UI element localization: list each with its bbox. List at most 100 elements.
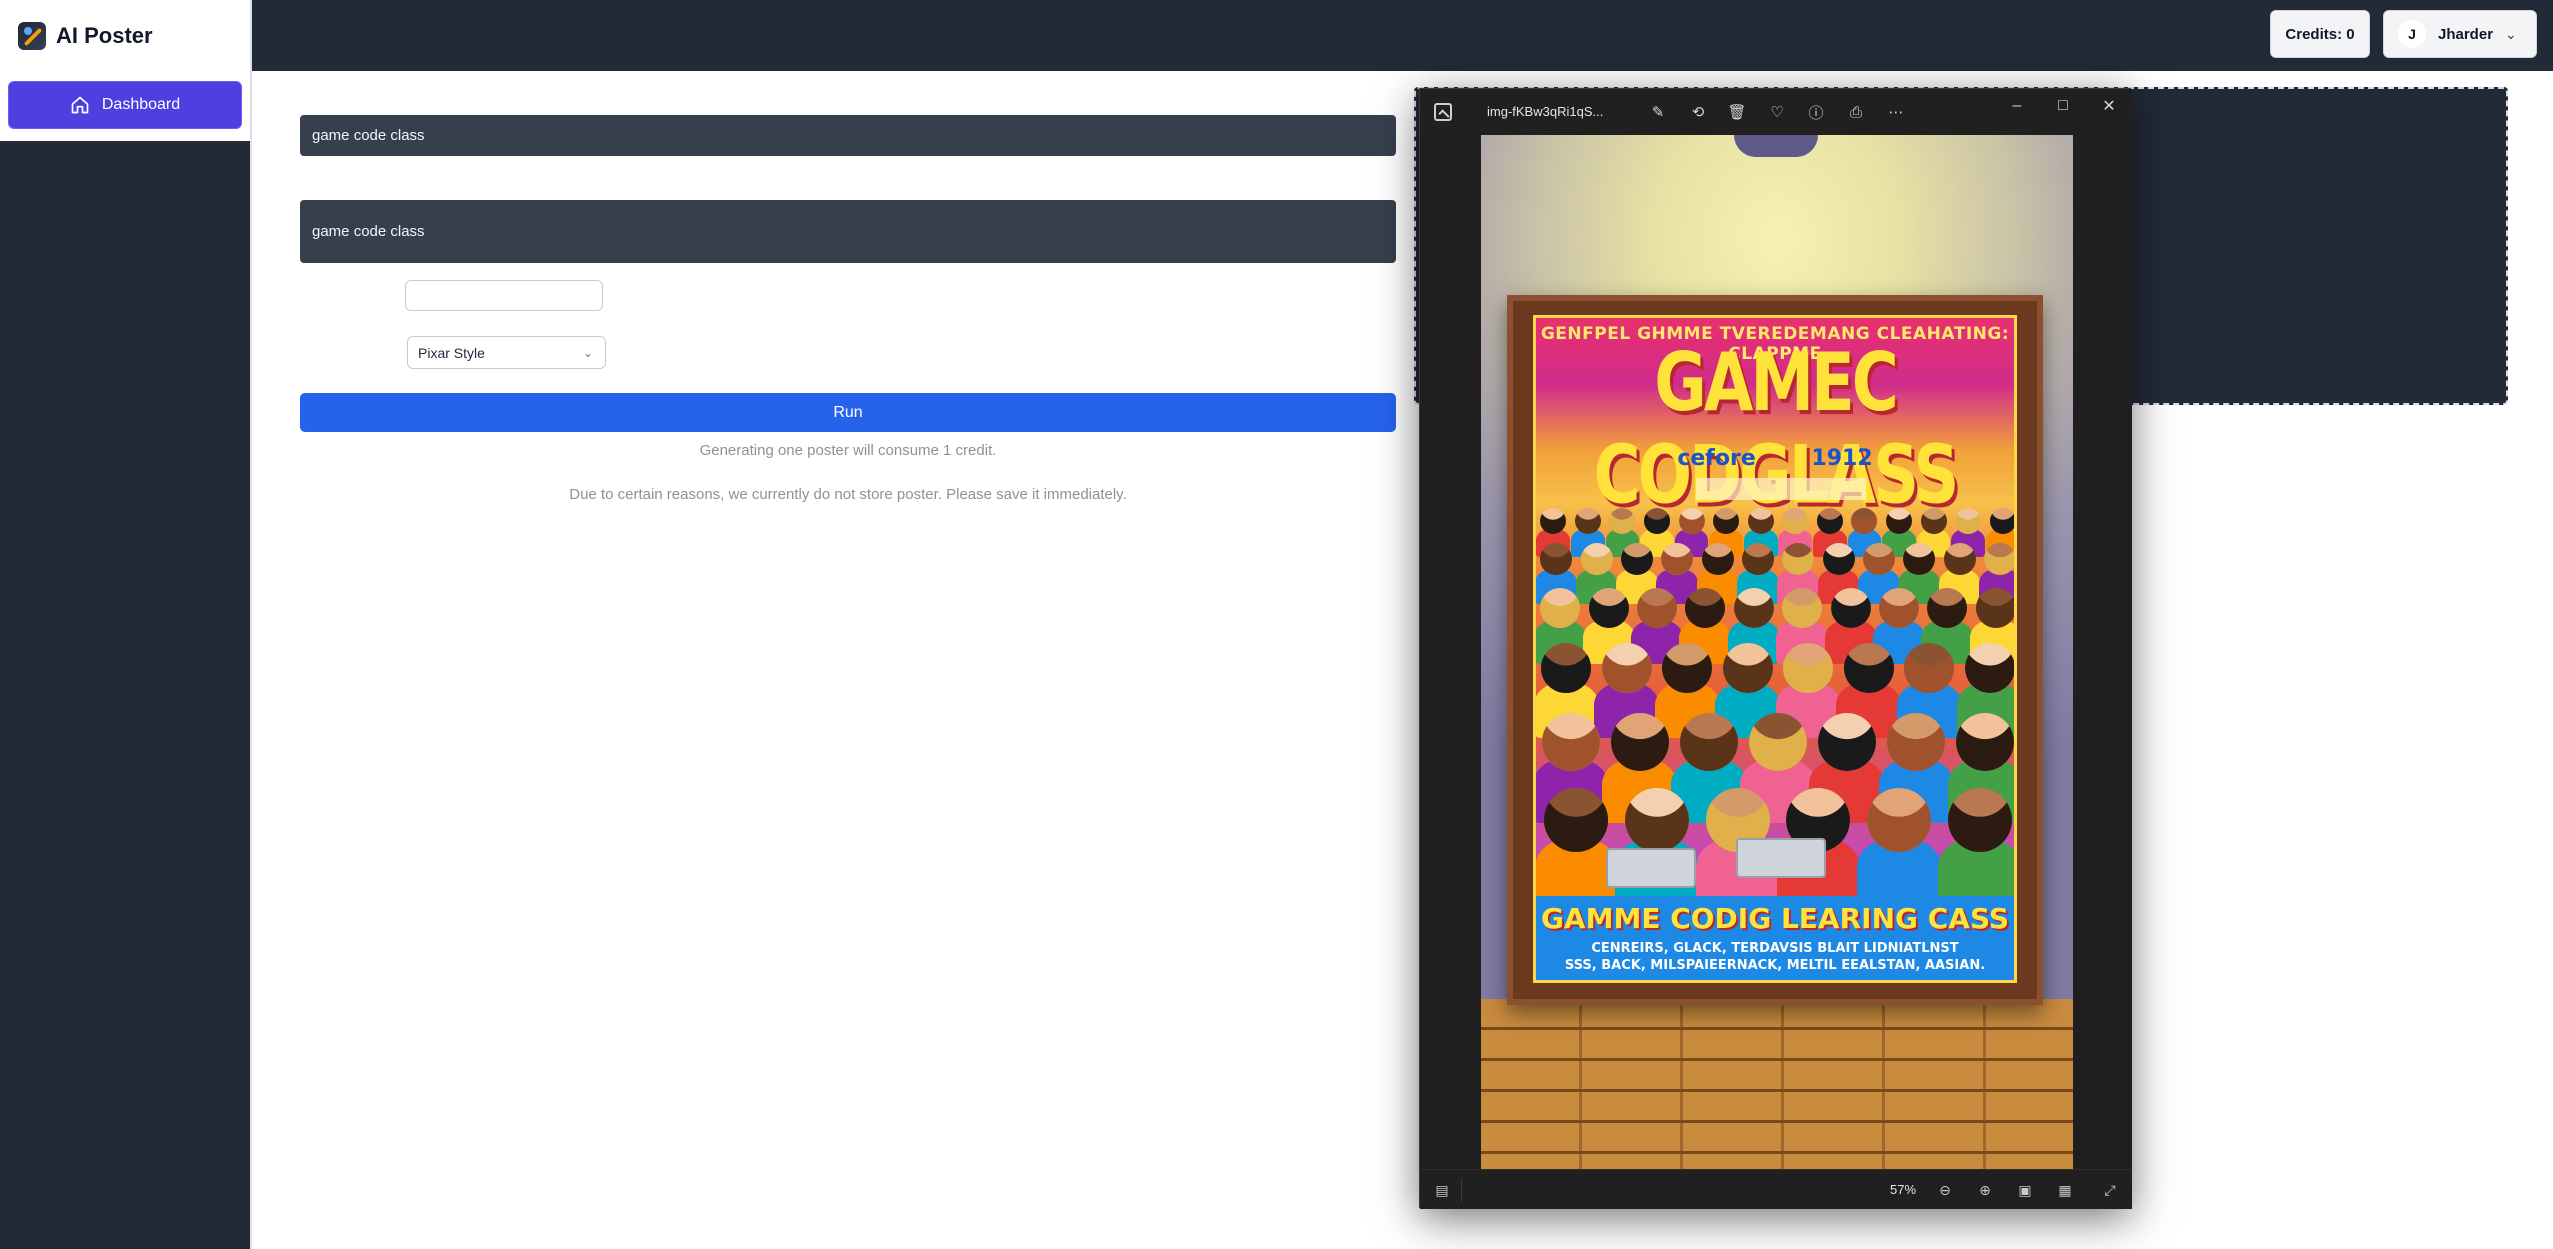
- user-menu-button[interactable]: J Jharder ⌄: [2383, 10, 2537, 58]
- zoom-level: 57%: [1890, 1182, 1917, 1197]
- poster-figure-head: [1644, 508, 1670, 534]
- sidebar: AI Poster Dashboard: [0, 0, 252, 1249]
- poster-laptop: [1736, 838, 1826, 878]
- app-logo-icon: [18, 21, 46, 50]
- poster-bottom-subtitle: CENREIRS, GLACK, TERDAVSIS BLAIT LIDNIAT…: [1536, 940, 2014, 974]
- maximize-icon[interactable]: □: [2048, 95, 2078, 117]
- minimize-icon[interactable]: –: [2002, 95, 2032, 117]
- close-icon[interactable]: ✕: [2094, 95, 2124, 117]
- poster-figure-head: [1541, 713, 1600, 771]
- poster-figure-head: [1782, 543, 1815, 575]
- credits-badge[interactable]: Credits: 0: [2270, 10, 2370, 58]
- poster-bottom-line-1: CENREIRS, GLACK, TERDAVSIS BLAIT LIDNIAT…: [1591, 941, 1959, 956]
- poster-figure-head: [1947, 788, 2012, 852]
- poster-figure-head: [1816, 508, 1843, 534]
- poster-laptop: [1606, 848, 1696, 888]
- top-bar: [252, 0, 2553, 71]
- poster-bottom-title: GAMME CODIG LEARING CASS: [1540, 902, 2010, 935]
- poster-figure-head: [1741, 543, 1774, 575]
- poster-figure-head: [1679, 713, 1738, 771]
- chevron-down-icon: ⌄: [582, 345, 593, 360]
- poster-figure-head: [1975, 588, 2014, 628]
- poster-figure-head: [1601, 643, 1652, 693]
- brand[interactable]: AI Poster: [0, 0, 250, 71]
- poster-figure-head: [1580, 543, 1613, 575]
- poster-figure-head: [1747, 508, 1774, 534]
- zoom-out-icon[interactable]: ⊖: [1935, 1180, 1955, 1200]
- poster-figure-head: [1661, 543, 1694, 575]
- home-icon: [71, 96, 89, 114]
- poster-figure-head: [1904, 643, 1955, 693]
- poster-figure-head: [1886, 508, 1912, 534]
- storage-note: Due to certain reasons, we currently do …: [569, 486, 1127, 503]
- poster-figure-head: [1964, 643, 2014, 693]
- print-icon[interactable]: ⎙: [1845, 101, 1867, 123]
- poster-figure-head: [1830, 588, 1871, 628]
- poster-figure-head: [1620, 543, 1653, 575]
- poster-subtitle: cefore 1912: [1677, 446, 1873, 471]
- poster-figure-head: [1843, 643, 1894, 693]
- poster-figure-head: [1574, 508, 1601, 534]
- brand-name: AI Poster: [56, 22, 153, 48]
- poster-figure-head: [1955, 508, 1982, 534]
- photos-app-icon: [1434, 103, 1452, 121]
- statusbar-divider: [1461, 1178, 1462, 1202]
- poster-figure-head: [1625, 788, 1689, 852]
- poster-figure-head: [1867, 788, 1931, 852]
- poster-figure-head: [1818, 713, 1877, 771]
- poster-figure-head: [1733, 588, 1774, 628]
- poster-crowd-illustration: [1536, 498, 2014, 910]
- actual-size-icon[interactable]: ▦: [2055, 1180, 2075, 1200]
- filmstrip-icon[interactable]: ▤: [1432, 1180, 1452, 1200]
- info-icon[interactable]: ⓘ: [1805, 101, 1827, 123]
- poster-figure-head: [1541, 643, 1592, 693]
- sidebar-item-label: Dashboard: [101, 96, 181, 113]
- viewer-statusbar: ▤ 57% ⊖ ⊕ ▣ ▦ ⤢: [1420, 1169, 2132, 1209]
- viewer-left-margin: [1420, 135, 1481, 1169]
- credit-note: Generating one poster will consume 1 cre…: [699, 442, 997, 459]
- ceiling-lamp: [1734, 135, 1818, 157]
- poster-figure-head: [1540, 588, 1581, 628]
- poster-image[interactable]: GENFPEL GHMME TVEREDEMANG CLEAHATING: CL…: [1481, 135, 2073, 1169]
- poster-figure-head: [1749, 713, 1807, 771]
- poster-figure-head: [1588, 588, 1629, 628]
- style-select[interactable]: Pixar Style ⌄: [407, 336, 606, 369]
- prompt-input[interactable]: game code class: [300, 115, 1396, 156]
- user-name: Jharder: [2438, 25, 2494, 43]
- chevron-down-icon: ⌄: [2505, 25, 2517, 42]
- poster-figure-head: [1662, 643, 1713, 693]
- poster-figure-head: [1989, 508, 2014, 534]
- more-options-icon[interactable]: ⋯: [1885, 101, 1907, 123]
- poster-artwork: GENFPEL GHMME TVEREDEMANG CLEAHATING: CL…: [1533, 315, 2017, 983]
- fit-to-window-icon[interactable]: ▣: [2015, 1180, 2035, 1200]
- sidebar-item-dashboard[interactable]: Dashboard: [8, 81, 242, 129]
- photo-viewer-window: img-fKBw3qRi1qS... ✎ ⟲ 🗑 ♡ ⓘ ⎙ ⋯ – □ ✕ G…: [1419, 88, 2132, 1209]
- description-input[interactable]: game code class: [300, 200, 1396, 263]
- poster-figure-head: [1822, 543, 1855, 575]
- delete-icon[interactable]: 🗑: [1726, 101, 1748, 123]
- sidebar-nav: Dashboard: [0, 81, 250, 141]
- zoom-in-icon[interactable]: ⊕: [1975, 1180, 1995, 1200]
- poster-figure-head: [1713, 508, 1740, 534]
- poster-figure-head: [1943, 543, 1976, 575]
- rotate-icon[interactable]: ⟲: [1687, 101, 1709, 123]
- poster-figure-head: [1678, 508, 1705, 534]
- favorite-icon[interactable]: ♡: [1766, 101, 1788, 123]
- poster-figure-head: [1540, 543, 1573, 575]
- viewer-right-margin: [2073, 135, 2132, 1169]
- poster-figure-head: [1887, 713, 1946, 771]
- poster-figure-head: [1722, 643, 1773, 693]
- poster-banner: [1696, 478, 1866, 500]
- poster-figure-head: [1879, 588, 1919, 628]
- small-text-input[interactable]: [405, 280, 603, 311]
- style-select-value: Pixar Style: [418, 344, 485, 361]
- run-button[interactable]: Run: [300, 393, 1396, 432]
- viewer-filename: img-fKBw3qRi1qS...: [1487, 104, 1604, 119]
- poster-figure-head: [1783, 643, 1834, 693]
- poster-figure-head: [1701, 543, 1734, 575]
- edit-image-icon[interactable]: ✎: [1647, 101, 1669, 123]
- avatar: J: [2398, 20, 2426, 48]
- fullscreen-icon[interactable]: ⤢: [2100, 1180, 2120, 1200]
- poster-bottom-line-2: SSS, BACK, MILSPAIEERNACK, MELTIL EEALST…: [1564, 958, 1986, 973]
- poster-figure-head: [1610, 713, 1669, 771]
